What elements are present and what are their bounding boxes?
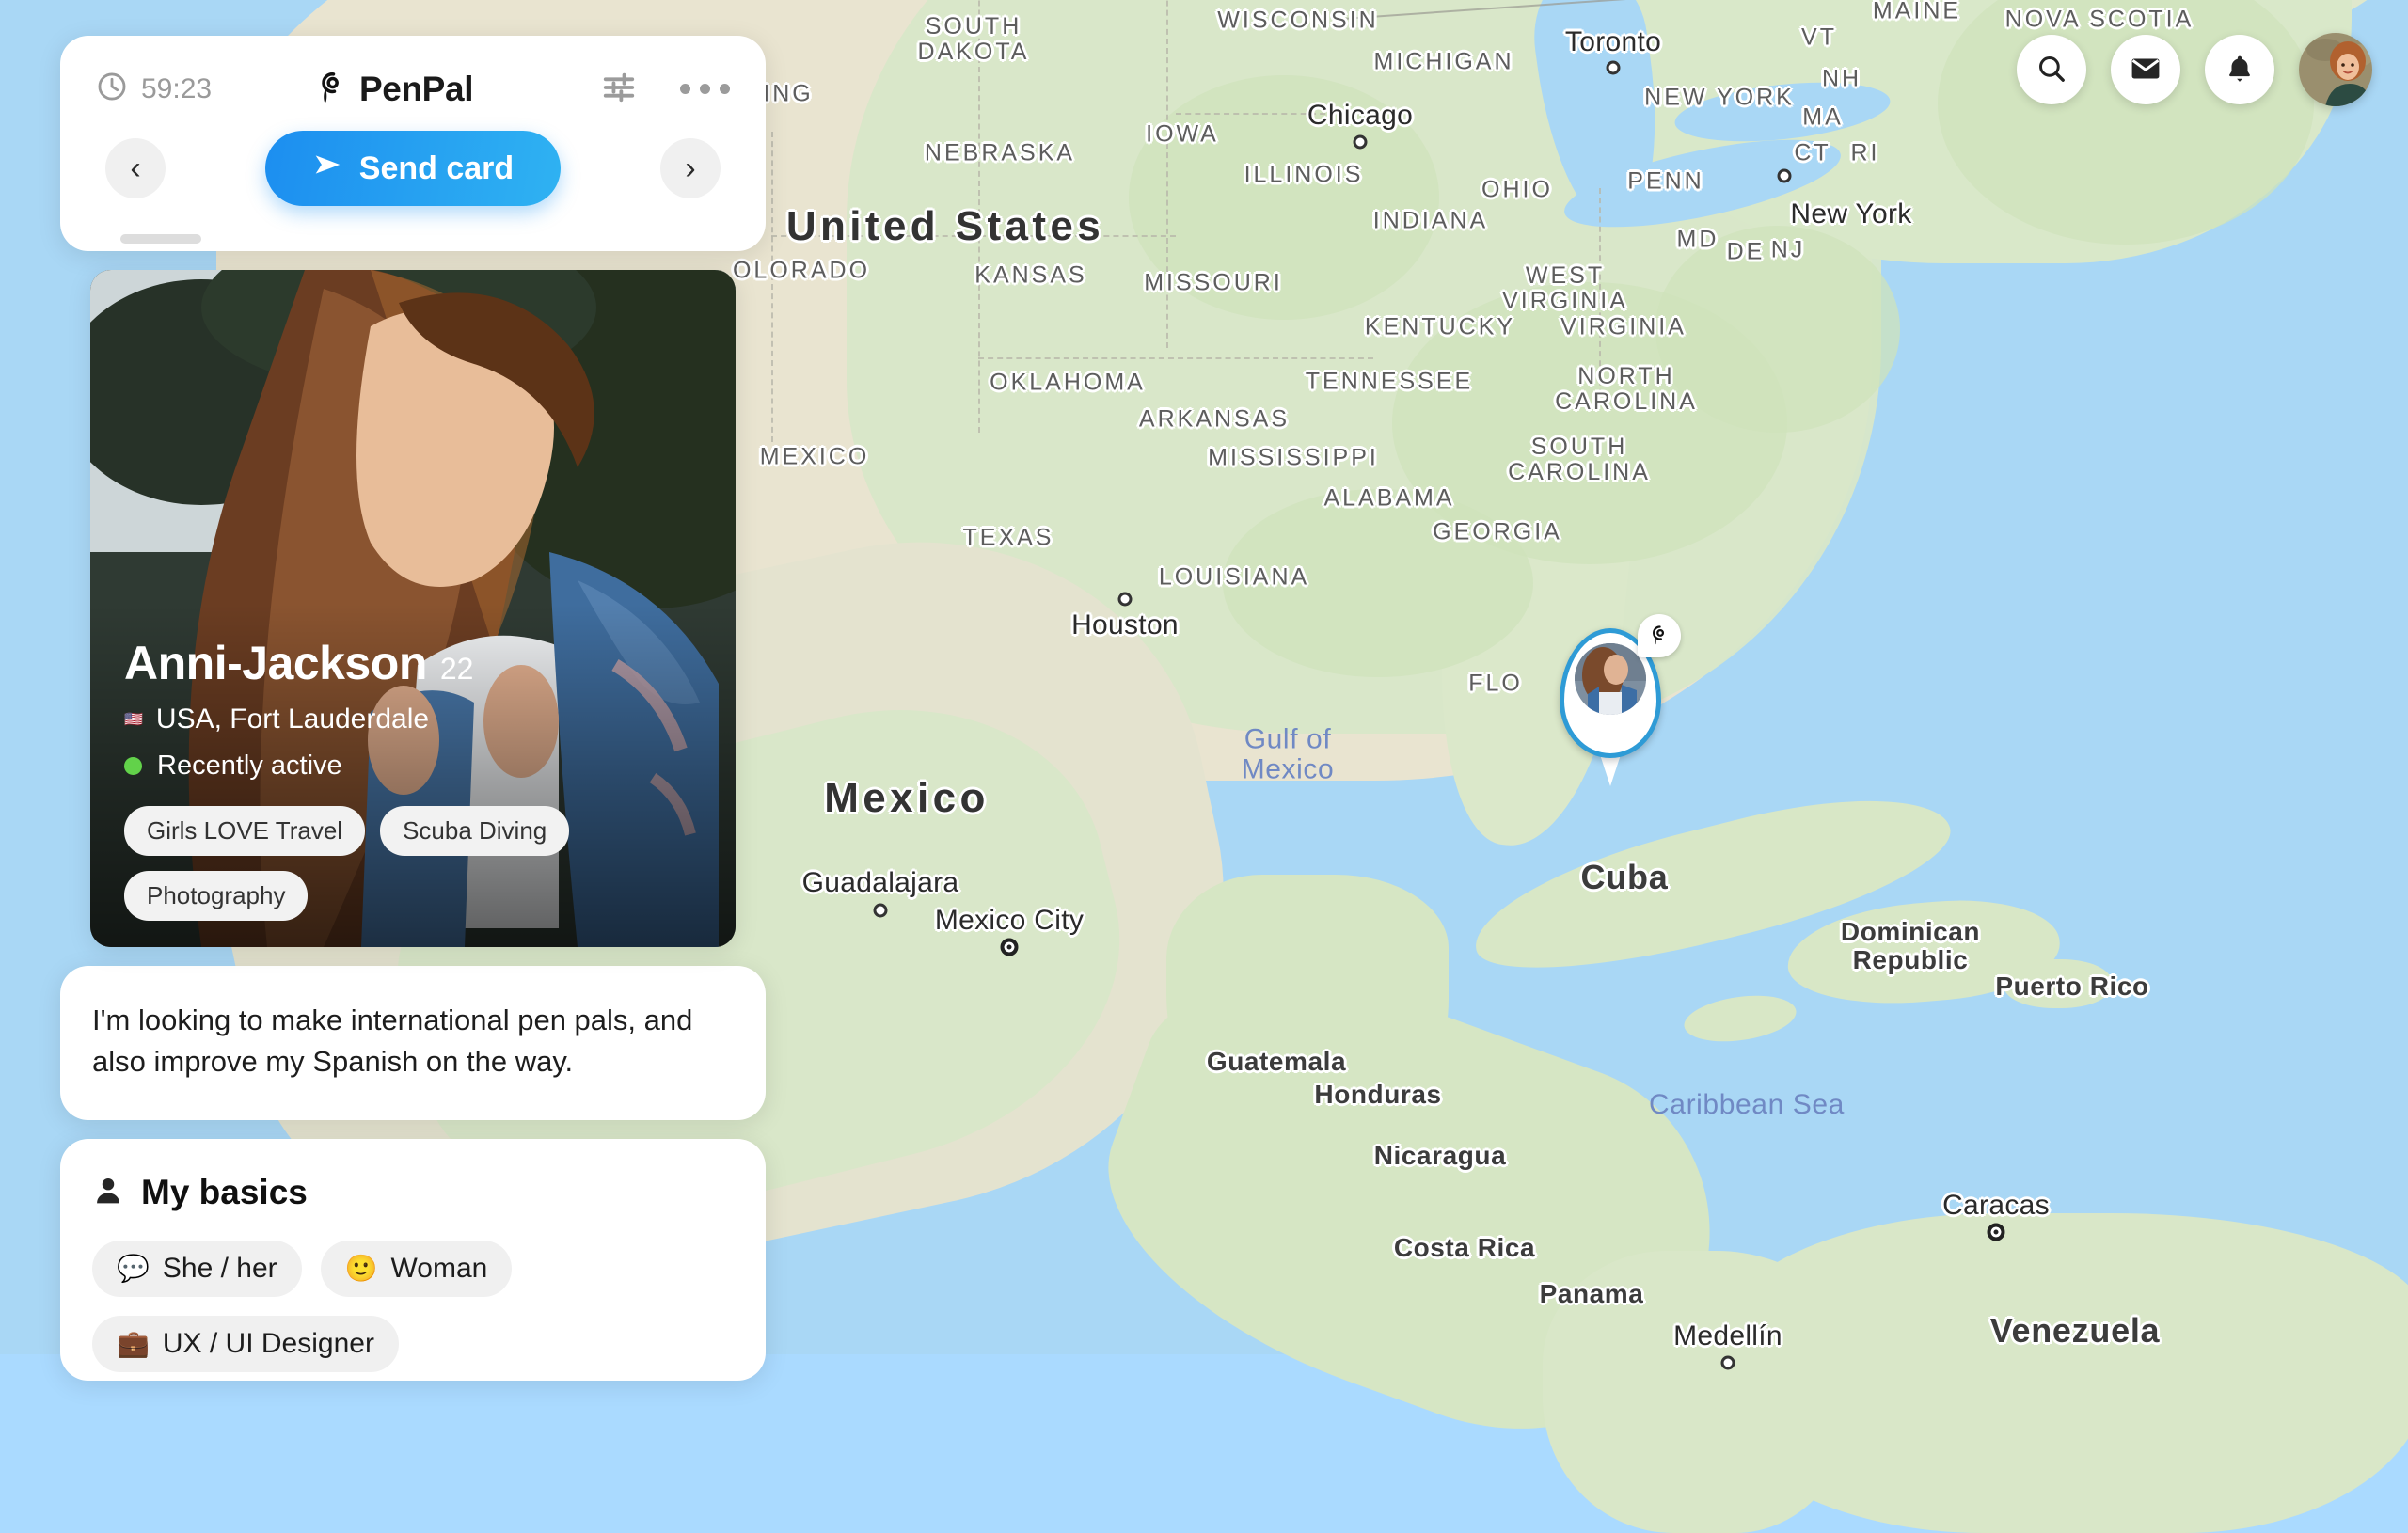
next-profile-button[interactable]: › — [660, 138, 721, 198]
sliders-icon — [601, 70, 637, 108]
interest-tag[interactable]: Photography — [124, 871, 308, 921]
profile-panel: 59:23 PenPal — [60, 36, 766, 1381]
user-avatar[interactable] — [2299, 33, 2372, 106]
basics-chip-label: She / her — [163, 1253, 277, 1285]
landmass-puerto-rico — [2004, 959, 2112, 1008]
more-options-button[interactable] — [680, 84, 730, 94]
state-border — [978, 357, 1373, 359]
map-pin-body — [1560, 628, 1661, 758]
map-city-dot — [1001, 939, 1019, 956]
terrain-blob — [1129, 75, 1439, 320]
more-horizontal-icon — [680, 84, 730, 94]
my-basics-card: My basics 💬 She / her 🙂 Woman 💼 UX / UI … — [60, 1139, 766, 1381]
basics-chip-pronouns[interactable]: 💬 She / her — [92, 1241, 302, 1297]
map-city-dot — [1988, 1224, 2005, 1241]
state-border — [771, 132, 773, 442]
search-button[interactable] — [2017, 35, 2086, 104]
briefcase-icon: 💼 — [117, 1331, 150, 1357]
top-right-nav — [2017, 33, 2372, 106]
basics-chip-job[interactable]: 💼 UX / UI Designer — [92, 1316, 399, 1372]
session-timer: 59:23 — [96, 71, 212, 107]
smiley-icon: 🙂 — [345, 1256, 378, 1282]
map-city-dot — [1118, 593, 1133, 607]
send-icon — [312, 149, 344, 189]
terrain-blob — [1223, 489, 1533, 677]
my-basics-chips: 💬 She / her 🙂 Woman 💼 UX / UI Designer 🎓… — [92, 1241, 734, 1381]
bell-icon — [2224, 53, 2256, 87]
profile-bio-text: I'm looking to make international pen pa… — [92, 1000, 734, 1083]
my-basics-title-row: My basics — [92, 1173, 734, 1212]
basics-chip-label: Woman — [391, 1253, 488, 1285]
map-pin-avatar — [1575, 643, 1646, 715]
status-indicator-dot — [124, 757, 142, 775]
terrain-blob — [1656, 226, 1900, 433]
timer-value: 59:23 — [141, 73, 212, 105]
state-border — [1166, 0, 1168, 348]
brand-name: PenPal — [359, 70, 473, 109]
profile-name: Anni-Jackson — [124, 636, 427, 690]
state-border — [1599, 188, 1601, 404]
profile-location: USA, Fort Lauderdale — [156, 703, 429, 735]
mail-icon — [2129, 52, 2162, 88]
search-icon — [2036, 53, 2067, 87]
panel-header-actions: ‹ Send card › — [60, 116, 766, 234]
landmass-venezuela — [1712, 1213, 2408, 1533]
profile-bio-card: I'm looking to make international pen pa… — [60, 966, 766, 1120]
penpal-badge-icon — [1638, 614, 1681, 657]
profile-status: Recently active — [157, 751, 342, 782]
state-border — [978, 0, 980, 433]
panel-header-top-row: 59:23 PenPal — [60, 36, 766, 116]
notifications-button[interactable] — [2205, 35, 2274, 104]
profile-photo-card[interactable]: Anni-Jackson 22 🇺🇸 USA, Fort Lauderdale … — [90, 270, 736, 947]
interest-tag[interactable]: Girls LOVE Travel — [124, 806, 365, 856]
profile-age: 22 — [440, 652, 474, 687]
send-card-button[interactable]: Send card — [265, 131, 561, 206]
state-border — [771, 235, 1176, 237]
flag-icon: 🇺🇸 — [124, 710, 143, 729]
profile-location-row: 🇺🇸 USA, Fort Lauderdale — [124, 703, 702, 735]
penpal-logo-icon — [311, 68, 349, 110]
person-icon — [92, 1175, 124, 1211]
filters-button[interactable] — [601, 70, 637, 108]
map-city-dot — [1607, 61, 1621, 75]
map-pin-marker[interactable] — [1560, 628, 1661, 758]
panel-header-card: 59:23 PenPal — [60, 36, 766, 251]
send-card-label: Send card — [359, 150, 514, 187]
messages-button[interactable] — [2111, 35, 2180, 104]
profile-overlay: Anni-Jackson 22 🇺🇸 USA, Fort Lauderdale … — [90, 604, 736, 947]
map-city-dot — [1721, 1356, 1735, 1370]
profile-progress-bar — [120, 234, 201, 244]
previous-profile-button[interactable]: ‹ — [105, 138, 166, 198]
profile-status-row: Recently active — [124, 751, 702, 782]
my-basics-title: My basics — [141, 1173, 308, 1212]
basics-chip-label: UX / UI Designer — [163, 1328, 374, 1360]
map-city-dot — [1778, 169, 1792, 183]
map-city-dot — [1354, 135, 1368, 150]
profile-progress-fill — [120, 234, 201, 244]
interest-tag[interactable]: Scuba Diving — [380, 806, 569, 856]
clock-icon — [96, 71, 128, 107]
state-border — [1176, 113, 1364, 115]
profile-name-row: Anni-Jackson 22 — [124, 636, 702, 690]
speech-bubble-icon: 💬 — [117, 1256, 150, 1282]
panel-header-icons — [601, 70, 730, 108]
map-city-dot — [874, 904, 888, 918]
interest-tags: Girls LOVE Travel Scuba Diving Photograp… — [124, 806, 702, 921]
basics-chip-gender[interactable]: 🙂 Woman — [321, 1241, 513, 1297]
brand-logo: PenPal — [311, 68, 473, 110]
